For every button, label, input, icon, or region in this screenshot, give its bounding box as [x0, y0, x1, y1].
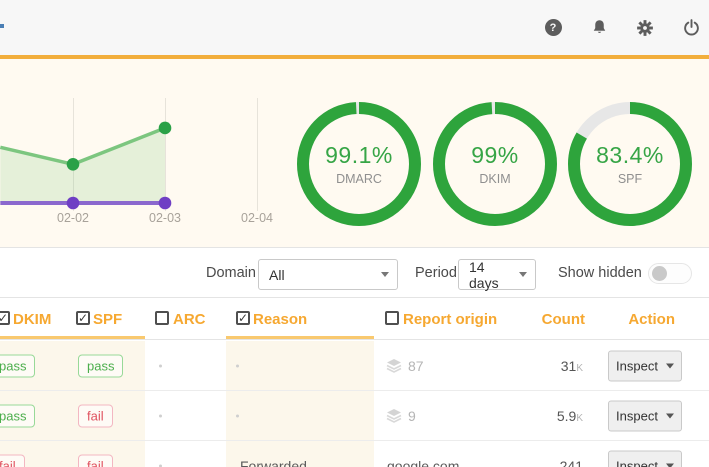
- report-origin-cell: 9: [386, 408, 416, 424]
- column-header-reason: Reason: [253, 311, 307, 328]
- selected-columns-underline: [0, 336, 145, 339]
- inspect-button[interactable]: Inspect: [608, 450, 682, 467]
- report-origin-cell: 87: [386, 358, 424, 374]
- dkim-status-badge: pass: [0, 354, 35, 377]
- logo-fragment: [0, 24, 4, 28]
- chevron-down-icon: [519, 272, 527, 277]
- period-select-value: 14 days: [469, 259, 511, 291]
- x-tick-label: 02-02: [41, 211, 105, 225]
- empty-value-dot: [236, 414, 239, 417]
- inspect-caret-icon[interactable]: [666, 413, 674, 418]
- count-cell: 5.9K: [557, 408, 583, 424]
- spf-status-badge: fail: [78, 454, 113, 467]
- dkim-status-badge: pass: [0, 404, 35, 427]
- column-checkbox-reason[interactable]: [236, 311, 250, 325]
- help-icon[interactable]: ?: [543, 18, 563, 38]
- inspect-caret-icon[interactable]: [666, 463, 674, 467]
- inspect-button-label: Inspect: [616, 408, 658, 423]
- period-select[interactable]: 14 days: [458, 259, 536, 290]
- selected-columns-underline: [226, 336, 374, 339]
- settings-gear-icon[interactable]: [635, 18, 655, 38]
- spf-donut-gauge: 83.4% SPF: [566, 100, 694, 228]
- column-header-spf: SPF: [93, 311, 122, 328]
- dmarc-percentage: 99.1%: [325, 142, 393, 169]
- inspect-button-label: Inspect: [616, 458, 658, 467]
- spf-label: SPF: [618, 172, 642, 186]
- inspect-button[interactable]: Inspect: [608, 400, 682, 431]
- dkim-donut-gauge: 99% DKIM: [431, 100, 559, 228]
- period-filter-label: Period: [415, 265, 457, 281]
- spf-status-badge: fail: [78, 404, 113, 427]
- empty-value-dot: [159, 364, 162, 367]
- column-header-action: Action: [595, 311, 675, 328]
- column-header-report-origin: Report origin: [403, 311, 497, 328]
- show-hidden-label: Show hidden: [558, 265, 642, 281]
- table-row: fail fail Forwarded google.com 241 Inspe…: [0, 441, 709, 467]
- filter-bar: Domain All Period 14 days Show hidden: [0, 247, 709, 298]
- empty-value-dot: [236, 364, 239, 367]
- table-row: pass pass 87 31K Inspect: [0, 341, 709, 391]
- empty-value-dot: [159, 414, 162, 417]
- column-header-arc: ARC: [173, 311, 206, 328]
- count-cell: 241: [560, 458, 583, 467]
- chevron-down-icon: [381, 272, 389, 277]
- inspect-button[interactable]: Inspect: [608, 350, 682, 381]
- notifications-bell-icon[interactable]: [589, 18, 609, 38]
- reason-cell: Forwarded: [240, 458, 307, 467]
- x-tick-label: 02-04: [225, 211, 289, 225]
- column-header-dkim: DKIM: [13, 311, 51, 328]
- domain-filter-label: Domain: [206, 265, 256, 281]
- x-tick-label: 02-03: [133, 211, 197, 225]
- column-checkbox-report-origin[interactable]: [385, 311, 399, 325]
- column-checkbox-arc[interactable]: [155, 311, 169, 325]
- report-table-header: DKIM SPF ARC Reason Report origin Count …: [0, 299, 709, 340]
- spf-percentage: 83.4%: [596, 142, 664, 169]
- toggle-knob: [652, 266, 667, 281]
- dmarc-donut-gauge: 99.1% DMARC: [295, 100, 423, 228]
- dkim-percentage: 99%: [471, 142, 519, 169]
- origin-count: 9: [408, 408, 416, 424]
- column-header-count: Count: [505, 311, 585, 328]
- inspect-caret-icon[interactable]: [666, 363, 674, 368]
- spf-status-badge: pass: [78, 354, 123, 377]
- volume-area-chart: [0, 59, 290, 229]
- help-question-glyph: ?: [545, 19, 562, 36]
- show-hidden-toggle[interactable]: [648, 263, 692, 284]
- column-checkbox-spf[interactable]: [76, 311, 90, 325]
- domain-select-value: All: [269, 267, 285, 283]
- layers-icon: [386, 359, 402, 373]
- inspect-button-label: Inspect: [616, 358, 658, 373]
- topbar-icons: ?: [543, 0, 701, 55]
- dmarc-label: DMARC: [336, 172, 382, 186]
- dmarc-dashboard: ?: [0, 0, 709, 467]
- domain-select[interactable]: All: [258, 259, 398, 290]
- count-cell: 31K: [561, 358, 583, 374]
- report-table-body: pass pass 87 31K Inspect pass fail 9 5: [0, 341, 709, 467]
- dkim-status-badge: fail: [0, 454, 25, 467]
- overview-charts: 02-02 02-03 02-04 99.1% DMARC 99% DKIM: [0, 59, 709, 247]
- layers-icon: [386, 409, 402, 423]
- column-checkbox-dkim[interactable]: [0, 311, 10, 325]
- dkim-label: DKIM: [479, 172, 510, 186]
- logout-power-icon[interactable]: [681, 18, 701, 38]
- origin-count: 87: [408, 358, 424, 374]
- report-origin-cell: google.com: [387, 458, 459, 467]
- table-row: pass fail 9 5.9K Inspect: [0, 391, 709, 441]
- topbar: ?: [0, 0, 709, 55]
